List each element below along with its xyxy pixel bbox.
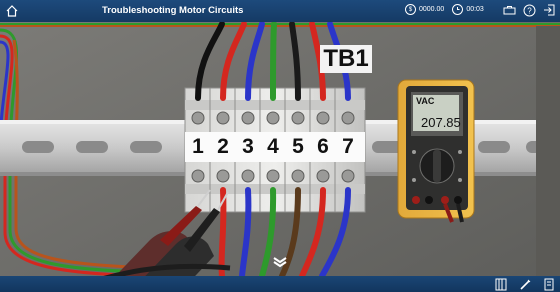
- terminal-5[interactable]: 5: [286, 134, 310, 160]
- svg-text:?: ?: [527, 6, 532, 15]
- terminal-1[interactable]: 1: [186, 134, 210, 160]
- terminal-2[interactable]: 2: [211, 134, 235, 160]
- probe-icon[interactable]: [518, 277, 532, 291]
- bottom-bar: [0, 276, 560, 292]
- terminal-6[interactable]: 6: [311, 134, 335, 160]
- top-bar: Troubleshooting Motor Circuits $ 0000.00…: [0, 0, 560, 22]
- home-icon[interactable]: [4, 3, 20, 19]
- score-value: 0000.00: [419, 6, 445, 13]
- clock-icon: [452, 4, 464, 15]
- timer-value: 00:03: [466, 6, 484, 13]
- exit-icon[interactable]: [542, 3, 556, 17]
- meter-reading: 207.85: [421, 115, 461, 130]
- status-readouts: $ 0000.00 00:03: [405, 4, 492, 15]
- notes-icon[interactable]: [542, 277, 556, 291]
- toolbox-icon[interactable]: [502, 3, 516, 17]
- terminal-4[interactable]: 4: [261, 134, 285, 160]
- dollar-icon: $: [405, 4, 416, 15]
- terminal-7[interactable]: 7: [336, 134, 360, 160]
- terminal-block-tag: TB1: [320, 45, 372, 73]
- page-title: Troubleshooting Motor Circuits: [102, 5, 244, 16]
- panel-icon[interactable]: [494, 277, 508, 291]
- terminal-3[interactable]: 3: [236, 134, 260, 160]
- help-icon[interactable]: ?: [522, 3, 536, 17]
- chevron-down-icon[interactable]: [272, 256, 288, 268]
- meter-unit: VAC: [416, 96, 435, 106]
